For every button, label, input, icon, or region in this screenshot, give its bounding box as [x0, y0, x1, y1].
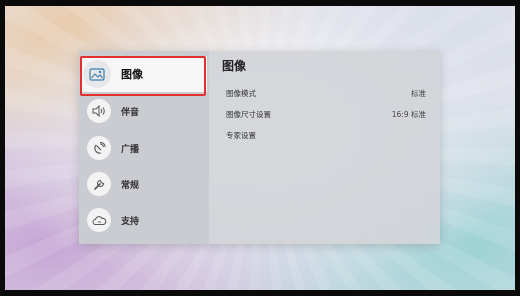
- setting-label: 专家设置: [226, 130, 256, 140]
- sidebar-item-general[interactable]: 常规: [85, 168, 203, 200]
- antenna-icon: [87, 136, 111, 160]
- setting-value: 16:9 标准: [391, 109, 426, 119]
- selection-highlight: [80, 56, 206, 96]
- setting-value: 标准: [411, 88, 426, 98]
- sidebar-item-label: 常规: [121, 180, 140, 191]
- setting-label: 图像模式: [226, 88, 256, 98]
- sidebar-item-broadcast[interactable]: 广播: [85, 132, 203, 164]
- setting-row-expert[interactable]: 专家设置: [219, 125, 433, 145]
- speaker-icon: [87, 99, 111, 123]
- setting-row-picture-mode[interactable]: 图像模式 标准: [219, 83, 433, 103]
- sidebar-item-label: 伴音: [121, 107, 140, 118]
- setting-row-picture-size[interactable]: 图像尺寸设置 16:9 标准: [219, 104, 433, 124]
- page-title: 图像: [222, 59, 247, 73]
- sidebar-item-sound[interactable]: 伴音: [85, 95, 203, 127]
- sidebar-item-label: 支持: [121, 216, 140, 227]
- sidebar-item-label: 广播: [121, 144, 140, 155]
- sidebar-item-support[interactable]: 支持: [85, 204, 203, 236]
- wrench-icon: [87, 172, 111, 196]
- setting-label: 图像尺寸设置: [226, 109, 271, 119]
- cloud-icon: [87, 208, 111, 232]
